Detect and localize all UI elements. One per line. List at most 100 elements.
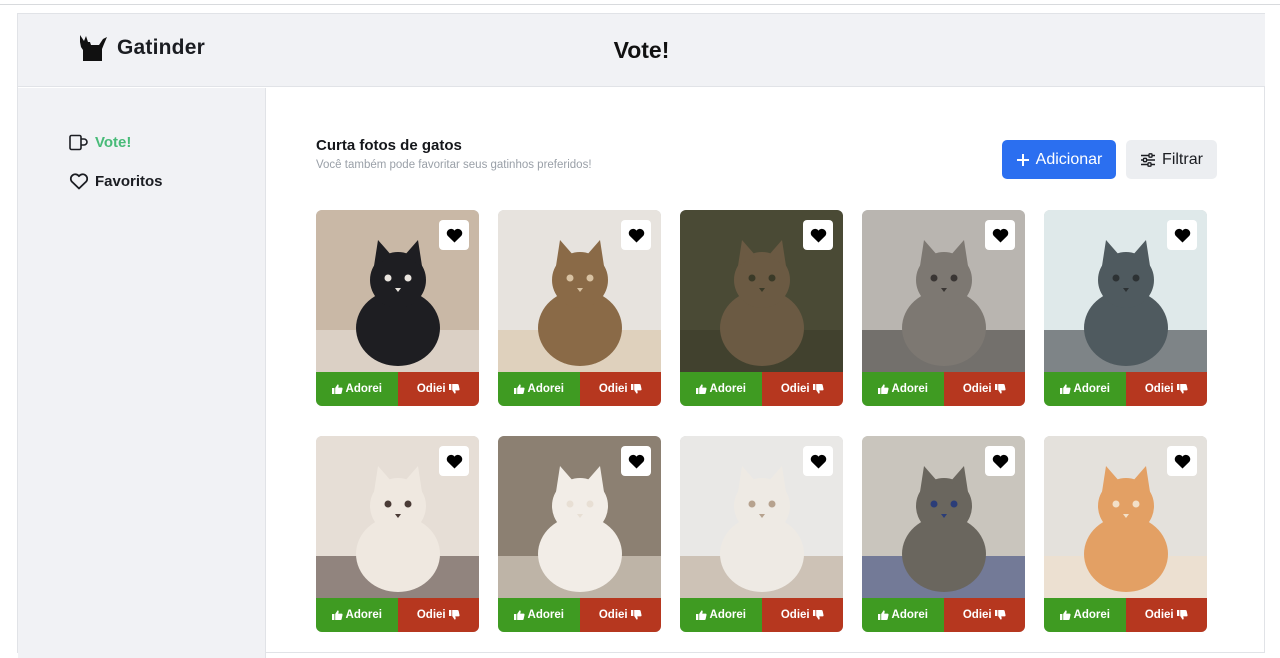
app-frame: Gatinder Vote! Vote! Favoritos Curta fot…: [17, 13, 1265, 658]
cat-card: Adorei Odiei: [680, 210, 843, 406]
sliders-icon: [1141, 152, 1156, 167]
like-button[interactable]: Adorei: [1044, 372, 1126, 406]
sidebar-item-favoritos[interactable]: Favoritos: [69, 173, 163, 190]
dislike-button[interactable]: Odiei: [943, 372, 1025, 406]
like-label: Adorei: [345, 609, 382, 621]
heart-outline-icon: [69, 173, 89, 190]
like-button[interactable]: Adorei: [498, 598, 580, 632]
dislike-label: Odiei: [416, 609, 446, 621]
dislike-button[interactable]: Odiei: [579, 598, 661, 632]
dislike-label: Odiei: [1144, 383, 1174, 395]
thumbs-down-icon: [994, 384, 1006, 394]
app-header: Gatinder Vote!: [18, 14, 1265, 87]
favorite-button[interactable]: [1167, 220, 1197, 250]
cat-card: Adorei Odiei: [316, 436, 479, 632]
thumbs-down-icon: [812, 610, 824, 620]
like-button[interactable]: Adorei: [316, 372, 398, 406]
dislike-button[interactable]: Odiei: [579, 372, 661, 406]
dislike-button[interactable]: Odiei: [761, 598, 843, 632]
like-button[interactable]: Adorei: [1044, 598, 1126, 632]
thumbs-up-icon: [513, 610, 525, 620]
dislike-button[interactable]: Odiei: [1125, 372, 1207, 406]
thumbs-down-icon: [994, 610, 1006, 620]
thumbs-up-icon: [513, 384, 525, 394]
like-label: Adorei: [1073, 383, 1110, 395]
dislike-button[interactable]: Odiei: [943, 598, 1025, 632]
dislike-label: Odiei: [780, 383, 810, 395]
dislike-label: Odiei: [962, 383, 992, 395]
heart-icon: [992, 454, 1008, 468]
favorite-button[interactable]: [439, 220, 469, 250]
vote-bar: Adorei Odiei: [862, 598, 1025, 632]
like-label: Adorei: [709, 609, 746, 621]
thumbs-up-icon: [331, 610, 343, 620]
heart-icon: [810, 454, 826, 468]
dislike-button[interactable]: Odiei: [397, 372, 479, 406]
like-button[interactable]: Adorei: [316, 598, 398, 632]
like-button[interactable]: Adorei: [680, 372, 762, 406]
vote-bar: Adorei Odiei: [316, 598, 479, 632]
like-label: Adorei: [527, 383, 564, 395]
thumbs-up-icon: [877, 384, 889, 394]
dislike-button[interactable]: Odiei: [761, 372, 843, 406]
heart-icon: [628, 228, 644, 242]
thumbs-up-icon: [1059, 384, 1071, 394]
like-label: Adorei: [891, 609, 928, 621]
vote-bar: Adorei Odiei: [498, 598, 661, 632]
page-title: Vote!: [613, 37, 670, 63]
vote-bar: Adorei Odiei: [680, 598, 843, 632]
like-label: Adorei: [709, 383, 746, 395]
thumbs-up-icon: [331, 384, 343, 394]
like-label: Adorei: [1073, 609, 1110, 621]
thumbs-up-icon: [877, 610, 889, 620]
cat-card: Adorei Odiei: [498, 210, 661, 406]
favorite-button[interactable]: [439, 446, 469, 476]
dislike-label: Odiei: [598, 609, 628, 621]
thumbs-down-icon: [630, 384, 642, 394]
filter-button[interactable]: Filtrar: [1126, 140, 1217, 179]
vote-bar: Adorei Odiei: [316, 372, 479, 406]
dislike-button[interactable]: Odiei: [1125, 598, 1207, 632]
section-title: Curta fotos de gatos: [316, 137, 462, 154]
cat-card: Adorei Odiei: [498, 436, 661, 632]
filter-button-label: Filtrar: [1162, 150, 1203, 168]
favorite-button[interactable]: [621, 220, 651, 250]
favorite-button[interactable]: [803, 446, 833, 476]
like-button[interactable]: Adorei: [862, 372, 944, 406]
like-button[interactable]: Adorei: [680, 598, 762, 632]
thumbs-up-icon: [695, 610, 707, 620]
dislike-label: Odiei: [780, 609, 810, 621]
favorite-button[interactable]: [621, 446, 651, 476]
favorite-button[interactable]: [1167, 446, 1197, 476]
thumbs-up-icon: [695, 384, 707, 394]
cat-card: Adorei Odiei: [862, 210, 1025, 406]
like-button[interactable]: Adorei: [498, 372, 580, 406]
favorite-button[interactable]: [803, 220, 833, 250]
heart-icon: [992, 228, 1008, 242]
dislike-label: Odiei: [416, 383, 446, 395]
sidebar-item-label: Favoritos: [95, 173, 163, 190]
thumbs-down-icon: [1176, 610, 1188, 620]
like-label: Adorei: [891, 383, 928, 395]
like-label: Adorei: [527, 609, 564, 621]
dislike-button[interactable]: Odiei: [397, 598, 479, 632]
add-button-label: Adicionar: [1035, 150, 1103, 168]
vote-bar: Adorei Odiei: [680, 372, 843, 406]
dislike-label: Odiei: [962, 609, 992, 621]
heart-icon: [446, 454, 462, 468]
dislike-label: Odiei: [1144, 609, 1174, 621]
like-label: Adorei: [345, 383, 382, 395]
add-button[interactable]: Adicionar: [1002, 140, 1116, 179]
mug-icon: [69, 134, 88, 151]
heart-icon: [810, 228, 826, 242]
main-content: Curta fotos de gatos Você também pode fa…: [267, 88, 1265, 658]
like-button[interactable]: Adorei: [862, 598, 944, 632]
heart-icon: [1174, 454, 1190, 468]
thumbs-down-icon: [812, 384, 824, 394]
thumbs-down-icon: [448, 610, 460, 620]
cat-card: Adorei Odiei: [316, 210, 479, 406]
favorite-button[interactable]: [985, 446, 1015, 476]
sidebar-item-vote[interactable]: Vote!: [69, 134, 131, 151]
vote-bar: Adorei Odiei: [498, 372, 661, 406]
favorite-button[interactable]: [985, 220, 1015, 250]
